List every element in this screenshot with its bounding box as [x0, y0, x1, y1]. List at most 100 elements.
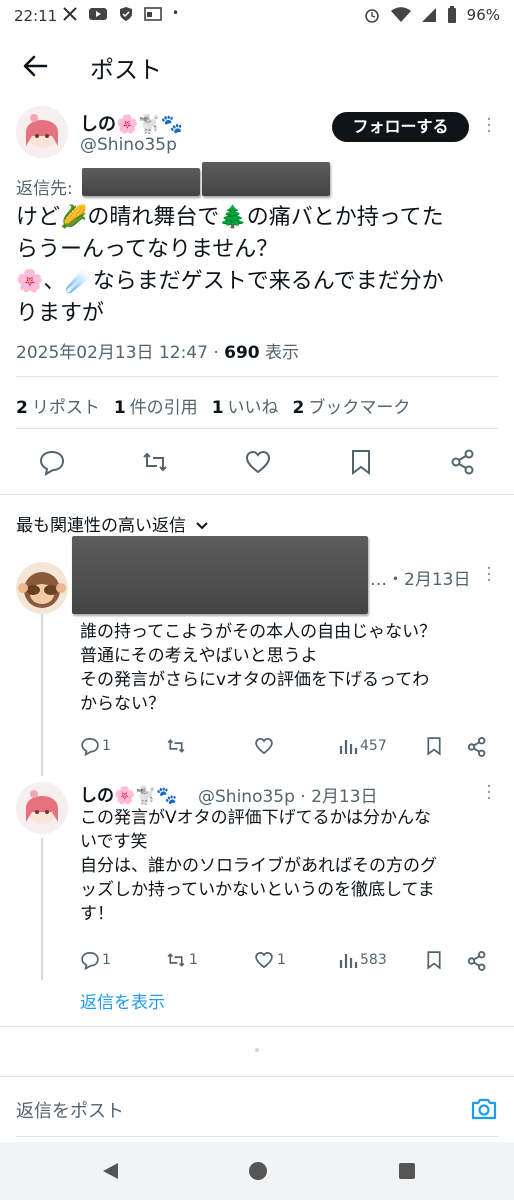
show-replies-link[interactable]: 返信を表示 — [80, 988, 165, 1013]
views-count: 457 — [360, 738, 387, 754]
reply-more-icon[interactable]: · · · — [484, 778, 494, 808]
post-more-icon[interactable]: · · · — [484, 111, 494, 141]
reply-compose-input[interactable]: 返信をポスト — [16, 1097, 124, 1123]
reply-body: 誰の持ってこようがその本人の自由じゃない？ 普通にその考えやばいと思うよ その発… — [80, 620, 504, 716]
reply-body-line: ッズしか持っていかないというのを徹底してま — [80, 880, 435, 900]
reply-repost-action[interactable] — [165, 736, 189, 756]
bookmark-icon[interactable] — [347, 448, 375, 476]
author-name[interactable]: しの🌸🐩🐾 — [80, 110, 183, 136]
post-meta: 2025年02月13日 12:47 · 690 表示 — [16, 338, 299, 363]
dot-icon: • — [172, 6, 180, 20]
reply-author-name[interactable]: しの🌸🐩🐾 — [80, 781, 178, 806]
battery-percent: 96% — [466, 6, 500, 24]
author-avatar[interactable] — [16, 106, 68, 158]
redacted-block — [202, 162, 330, 196]
reply-avatar[interactable] — [16, 562, 68, 614]
nav-back-icon[interactable] — [100, 1161, 120, 1181]
back-arrow-icon[interactable] — [18, 48, 54, 84]
reply-icon — [81, 951, 99, 970]
reply-body-line: いです笑 — [80, 832, 148, 852]
repost-icon — [167, 739, 185, 753]
reply-body-line: 誰の持ってこようがその本人の自由じゃない？ — [80, 622, 437, 642]
system-navigation-bar — [0, 1142, 514, 1200]
bookmarks-stat[interactable]: 2 ブックマーク — [293, 393, 411, 418]
reply-icon[interactable] — [38, 448, 66, 476]
reply-reply-action[interactable]: 1 — [80, 950, 111, 970]
shield-icon — [120, 7, 132, 21]
bookmark-icon[interactable] — [424, 736, 444, 756]
status-notification-icons: • — [62, 6, 179, 22]
quotes-stat[interactable]: 1 件の引用 — [114, 393, 198, 418]
reply-views-action[interactable]: 583 — [338, 950, 387, 970]
replies-sort-dropdown[interactable]: 最も関連性の高い返信 — [16, 511, 209, 536]
likes-stat[interactable]: 1 いいね — [212, 393, 279, 418]
divider — [16, 376, 498, 377]
share-icon[interactable] — [466, 736, 488, 758]
youtube-icon — [89, 8, 107, 20]
reply-count: 1 — [102, 738, 111, 754]
views-count: 583 — [360, 952, 387, 968]
chevron-down-icon — [196, 522, 209, 530]
status-bar: 22:11 • 96% — [0, 0, 514, 34]
reply-reply-action[interactable]: 1 — [80, 736, 111, 756]
wifi-icon — [390, 7, 411, 22]
signal-icon — [421, 8, 436, 22]
reply-handle-date[interactable]: @Shino35p · 2月13日 — [198, 782, 378, 807]
share-icon[interactable] — [449, 448, 477, 476]
post-timestamp[interactable]: 2025年02月13日 12:47 · — [16, 343, 224, 363]
view-count: 690 — [224, 343, 260, 363]
status-time: 22:11 — [14, 7, 58, 25]
divider — [16, 428, 498, 429]
calendar-icon — [144, 7, 162, 21]
like-icon — [255, 951, 273, 969]
repost-icon[interactable] — [141, 448, 169, 476]
replies-sort-label: 最も関連性の高い返信 — [16, 516, 186, 536]
battery-icon — [447, 6, 456, 23]
reply-date[interactable]: …・2月13日 — [370, 565, 470, 590]
reply-avatar[interactable] — [16, 782, 68, 834]
reply-count: 1 — [102, 952, 111, 968]
reposts-stat[interactable]: 2 リポスト — [16, 393, 100, 418]
author-handle[interactable]: @Shino35p — [80, 135, 177, 155]
divider — [0, 1026, 514, 1027]
status-system-icons: 96% — [363, 6, 500, 24]
post-action-bar — [0, 444, 514, 480]
like-icon — [255, 737, 273, 755]
view-label: 表示 — [259, 343, 300, 363]
camera-icon[interactable] — [470, 1096, 498, 1122]
repost-count: 1 — [189, 952, 198, 968]
share-icon[interactable] — [466, 950, 488, 972]
reply-like-action[interactable]: 1 — [253, 950, 286, 970]
like-icon[interactable] — [244, 448, 272, 476]
post-body-line: りますが — [16, 301, 105, 326]
views-chart-icon — [339, 954, 358, 968]
post-stats: 2 リポスト 1 件の引用 1 いいね 2 ブックマーク — [16, 393, 410, 418]
nav-home-icon[interactable] — [248, 1161, 268, 1181]
reply-views-action[interactable]: 457 — [338, 736, 387, 756]
bookmark-icon[interactable] — [424, 950, 444, 970]
page-title: ポスト — [90, 56, 162, 84]
redacted-block — [82, 168, 200, 196]
follow-button[interactable]: フォローする — [332, 112, 469, 142]
reply-repost-action[interactable]: 1 — [165, 950, 198, 970]
reply-body-line: 普通にその考えやばいと思うよ — [80, 646, 318, 666]
reply-body-line: 自分は、誰かのソロライブがあればその方のグ — [80, 856, 437, 876]
reply-body-line: この発言がVオタの評価下げてるかは分かんな — [80, 808, 431, 828]
post-body-line: けど🌽の晴れ舞台で🌲の痛バとか持ってた — [16, 205, 444, 230]
reply-icon — [81, 737, 99, 756]
nav-recents-icon[interactable] — [397, 1161, 417, 1181]
reply-like-action[interactable] — [253, 736, 277, 756]
header: ポスト — [0, 40, 514, 96]
reply-more-icon[interactable]: · · · — [484, 560, 494, 590]
redacted-block — [72, 536, 368, 614]
repost-icon — [167, 953, 185, 967]
reply-body-line: その発言がさらにvオタの評価を下げるってわ — [80, 670, 430, 690]
loading-dot — [255, 1048, 259, 1052]
reply-body-line: からない？ — [80, 694, 165, 714]
alarm-icon — [364, 9, 379, 23]
views-chart-icon — [339, 740, 358, 754]
reply-body: この発言がVオタの評価下げてるかは分かんな いです笑 自分は、誰かのソロライブが… — [80, 806, 504, 926]
thread-line — [41, 614, 43, 776]
x-logo-icon — [63, 7, 77, 21]
post-body: けど🌽の晴れ舞台で🌲の痛バとか持ってた らうーんってなりません？ 🌸、☄️ならま… — [16, 202, 502, 330]
